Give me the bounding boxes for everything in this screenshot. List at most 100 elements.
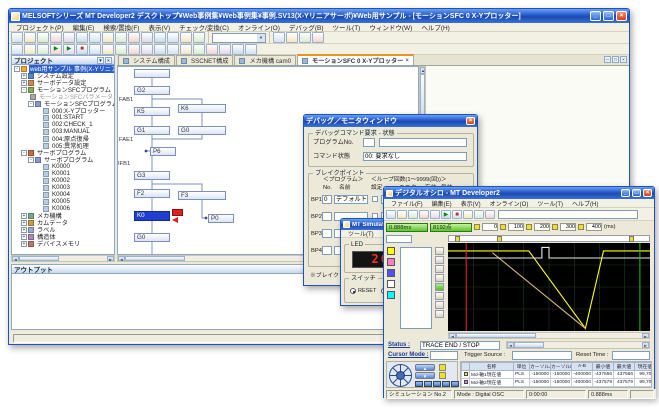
time-marker-icon[interactable] (552, 224, 558, 230)
tree-expander-icon[interactable]: + (21, 73, 27, 79)
write-to-motion-icon[interactable] (115, 32, 127, 43)
label-editor-icon[interactable] (180, 44, 192, 55)
scroll-up-icon[interactable]: ▲ (420, 67, 425, 74)
servo-monitor-icon[interactable] (167, 44, 179, 55)
navigation-wheel-icon[interactable] (388, 363, 413, 388)
print-icon[interactable] (419, 210, 429, 219)
osc-table-row[interactable]: Md-軸1現在値PLS-150000-150000-400000-4375664… (462, 371, 653, 379)
osc-minimize-button[interactable]: _ (621, 189, 630, 197)
trace-color-swatch[interactable] (387, 247, 395, 255)
comm-settings-icon[interactable] (180, 32, 192, 43)
tree-item[interactable]: 002:CHECK_1 (12, 121, 114, 128)
zoom-in-button[interactable]: ▲ (415, 364, 435, 371)
panel-pin-icon[interactable]: ▼ (97, 57, 104, 64)
osc-mini-button[interactable] (435, 292, 444, 300)
time-marker-icon[interactable] (500, 224, 506, 230)
scroll-left-icon[interactable]: ◄ (449, 333, 456, 338)
monitor-mode-icon[interactable] (154, 32, 166, 43)
program-no-field[interactable] (363, 138, 375, 147)
bp-no-field[interactable] (322, 212, 332, 221)
osc-nav-button[interactable] (442, 381, 450, 387)
osc-nav-button[interactable] (424, 381, 432, 387)
paste-icon[interactable] (76, 32, 88, 43)
copy-icon[interactable] (63, 32, 75, 43)
osc-nav-button[interactable] (415, 381, 423, 387)
osc-nav-button[interactable] (451, 381, 459, 387)
cut-icon[interactable] (50, 32, 62, 43)
osc-trigger-field[interactable] (512, 351, 572, 360)
tree-item[interactable]: 000:X-Yプロッター (12, 107, 114, 114)
sfc-node-P0[interactable]: P0 (208, 214, 234, 223)
time-marker-icon[interactable] (474, 224, 480, 230)
osc-table-row[interactable]: Md-軸2現在値PLS-150000-150000-400000-4375794… (462, 379, 653, 387)
osc-cursor-mode-label[interactable]: Cursor Mode : (388, 352, 429, 358)
tree-expander-icon[interactable]: - (28, 101, 34, 107)
osc-mini-button[interactable] (435, 265, 444, 273)
osc-mini-button[interactable] (435, 283, 444, 291)
switch-radio-1[interactable] (350, 288, 356, 294)
save-trace-icon[interactable] (397, 210, 407, 219)
mdi-close-icon[interactable]: × (620, 56, 627, 63)
sfc-node-K5[interactable]: K5 (134, 107, 170, 116)
options-icon[interactable] (219, 44, 231, 55)
tree-item[interactable]: +カムデータ (12, 219, 114, 226)
output-view-icon[interactable] (24, 44, 36, 55)
sfc-node-entry[interactable] (134, 69, 170, 78)
redo-icon[interactable] (102, 32, 114, 43)
osc-pan-scrollbar[interactable]: ◄ ► (506, 341, 650, 349)
osc-mini-button[interactable] (435, 274, 444, 282)
osc-nav-button[interactable] (433, 381, 441, 387)
bp-no-field[interactable] (322, 246, 332, 255)
breakpoint-set-icon[interactable] (89, 44, 101, 55)
copy-image-icon[interactable] (408, 210, 418, 219)
tree-expander-icon[interactable]: - (28, 157, 34, 163)
axis-monitor-icon[interactable] (115, 44, 127, 55)
osc-chart-hscrollbar[interactable]: ◄ ► (448, 332, 650, 339)
probe-settings-icon[interactable] (430, 210, 440, 219)
osc-address-field[interactable] (498, 210, 638, 219)
sfc-node-K6[interactable]: K6 (178, 104, 226, 113)
error-check-icon[interactable] (193, 32, 205, 43)
save-project-icon[interactable] (37, 32, 49, 43)
tab-メカ機構 cam0[interactable]: メカ機構 cam0 (234, 55, 296, 65)
cam-data-icon[interactable] (154, 44, 166, 55)
help-icon[interactable] (312, 32, 324, 43)
open-project-icon[interactable] (24, 32, 36, 43)
osc-maximize-button[interactable]: □ (632, 189, 641, 197)
menu-item[interactable]: ファイル(F) (387, 198, 427, 209)
window-cascade-icon[interactable] (232, 44, 244, 55)
trace-color-swatch[interactable] (387, 280, 395, 288)
undo-icon[interactable] (89, 32, 101, 43)
project-view-icon[interactable] (11, 44, 23, 55)
menu-item-tool[interactable]: ツール(T) (344, 228, 378, 239)
bp-set-checkbox[interactable] (372, 196, 378, 202)
osc-reset-field[interactable] (612, 351, 650, 360)
tree-item[interactable]: +デバイスメモリ (12, 240, 114, 247)
scroll-right-icon[interactable]: ► (642, 333, 649, 338)
simulator-icon[interactable] (141, 44, 153, 55)
scroll-right-icon[interactable]: ► (642, 342, 649, 348)
tree-item[interactable]: K0003 (12, 184, 114, 191)
trace-color-swatch[interactable] (387, 291, 395, 299)
bp-no-field[interactable]: 0 (322, 195, 332, 204)
device-memory-icon[interactable] (206, 44, 218, 55)
device-test-icon[interactable] (102, 44, 114, 55)
tree-expander-icon[interactable]: + (21, 80, 27, 86)
program-name-field[interactable] (379, 138, 467, 147)
bp-name-field[interactable]: デフォルト (334, 195, 368, 204)
tree-item[interactable]: K0006 (12, 205, 114, 212)
time-marker-icon[interactable] (578, 224, 584, 230)
menu-item[interactable]: 編集(E) (428, 198, 456, 209)
menu-item[interactable]: ツール(T) (533, 198, 567, 209)
ruler-marker-icon[interactable] (455, 236, 460, 242)
project-tree-hscrollbar[interactable]: ◄ ► (11, 255, 115, 262)
osc-mini-button[interactable] (435, 247, 444, 255)
tree-expander-icon[interactable]: + (21, 234, 27, 240)
open-trace-icon[interactable] (386, 210, 396, 219)
scroll-left-icon[interactable]: ◄ (118, 256, 125, 261)
tree-item[interactable]: K0005 (12, 198, 114, 205)
osc-status-label[interactable]: Status : (388, 342, 410, 348)
window-tile-icon[interactable] (245, 44, 257, 55)
tree-expander-icon[interactable]: + (21, 213, 27, 219)
run-icon[interactable]: ▶ (50, 44, 62, 55)
